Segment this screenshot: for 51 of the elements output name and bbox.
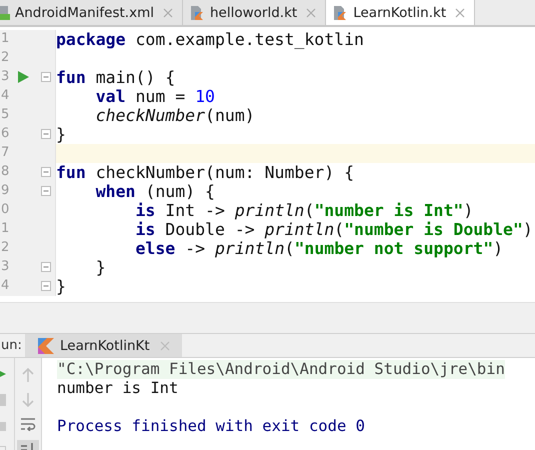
line-number: 1 — [1, 221, 10, 236]
run-tab[interactable]: LearnKotlinKt — [25, 334, 182, 357]
rerun-icon[interactable] — [0, 368, 6, 380]
fold-icon[interactable] — [41, 186, 51, 196]
line-number: 3 — [1, 69, 10, 84]
code-line: when (num) { — [94, 182, 215, 201]
down-arrow-icon[interactable] — [21, 392, 35, 408]
console-line: number is Int — [57, 379, 180, 398]
line-number: 1 — [1, 31, 10, 46]
soft-wrap-icon[interactable] — [20, 417, 36, 431]
code-line: is Double -> println("number is Double") — [134, 220, 533, 239]
code-line: } — [94, 258, 106, 277]
code-line: val num = 10 — [94, 87, 215, 106]
kotlin-icon — [38, 338, 54, 354]
close-icon[interactable] — [455, 8, 466, 18]
code-line: checkNumber(num) — [94, 106, 255, 125]
fold-icon[interactable] — [41, 129, 51, 139]
code-line: is Int -> println("number is Int") — [134, 201, 474, 220]
line-number: 8 — [1, 164, 10, 179]
line-number: 5 — [1, 107, 10, 122]
file-tab[interactable]: AndroidManifest.xml — [0, 0, 183, 25]
kotlin-file-icon — [332, 4, 348, 20]
code-line: package com.example.test_kotlin — [56, 30, 364, 49]
up-arrow-icon[interactable] — [21, 367, 35, 383]
line-number: 2 — [1, 50, 10, 65]
line-number: 9 — [1, 183, 10, 198]
line-number: 4 — [1, 88, 10, 103]
console-line: Process finished with exit code 0 — [57, 417, 366, 436]
fold-icon[interactable] — [41, 262, 51, 272]
code-line: } — [56, 125, 66, 144]
line-number: 4 — [1, 278, 10, 293]
code-line: else -> println("number not support") — [134, 239, 504, 258]
close-icon[interactable] — [306, 8, 316, 18]
code-line: fun main() { — [56, 68, 176, 87]
kotlin-file-icon — [189, 4, 205, 20]
fold-icon[interactable] — [41, 167, 51, 177]
run-icon[interactable] — [18, 71, 29, 83]
file-tab[interactable]: helloworld.kt — [183, 0, 326, 25]
run-label: un: — [1, 337, 23, 355]
line-number: 2 — [1, 240, 10, 255]
line-number: 0 — [1, 202, 10, 217]
file-tab[interactable]: LearnKotlin.kt — [326, 0, 476, 25]
fold-icon[interactable] — [41, 72, 51, 82]
code-line: fun checkNumber(num: Number) { — [56, 163, 354, 182]
line-number: 7 — [1, 145, 10, 160]
close-icon[interactable] — [163, 8, 173, 18]
fold-icon[interactable] — [41, 281, 51, 291]
file-icon — [0, 4, 10, 20]
line-number: 3 — [1, 259, 10, 274]
code-line: } — [56, 277, 66, 296]
line-number: 6 — [1, 126, 10, 141]
